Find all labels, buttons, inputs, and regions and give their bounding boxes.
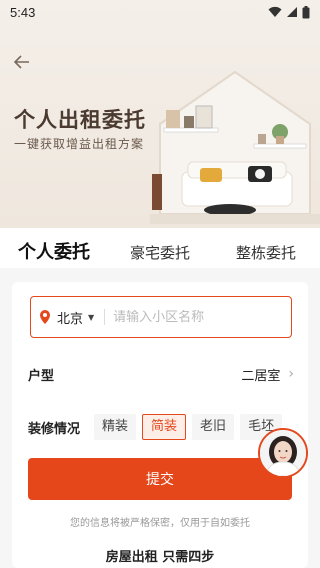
status-bar: 5:43: [0, 0, 320, 24]
banner-subtitle: 一键获取增益出租方案: [14, 137, 145, 151]
privacy-notice: 您的信息将被严格保密，仅用于自如委托: [70, 518, 250, 529]
wifi-icon: [268, 6, 282, 17]
room-illustration: [150, 70, 320, 224]
room-type-label: 户型: [28, 368, 55, 384]
room-type-row[interactable]: 户型 二居室 ›: [28, 362, 294, 386]
agent-avatar-icon: [260, 430, 306, 476]
submit-button[interactable]: 提交: [28, 458, 292, 500]
divider: [104, 309, 106, 325]
decoration-options: 精装 简装 老旧 毛坯: [94, 414, 283, 440]
community-search-input[interactable]: [113, 309, 264, 325]
decoration-option-old[interactable]: 老旧: [192, 414, 235, 440]
city-selector[interactable]: 北京: [57, 308, 83, 327]
banner-title: 个人出租委托: [14, 108, 146, 132]
caret-down-icon[interactable]: ▼: [88, 313, 94, 322]
steps-title: 房屋出租 只需四步: [105, 550, 215, 565]
form-card: 北京 ▼ 户型 二居室 › 装修情况 精装 简装 老旧 毛坯 提交 您的信息将被…: [12, 282, 308, 568]
status-time: 5:43: [10, 4, 36, 20]
back-arrow-icon[interactable]: [12, 52, 32, 72]
signal-icon: [287, 7, 297, 17]
tab-personal[interactable]: 个人委托: [18, 238, 90, 264]
status-icons: [268, 5, 310, 19]
tab-luxury[interactable]: 豪宅委托: [130, 242, 190, 263]
decoration-option-simple[interactable]: 简装: [142, 414, 187, 440]
tab-whole-building[interactable]: 整栋委托: [236, 242, 296, 263]
customer-service-avatar[interactable]: [258, 428, 308, 478]
tab-bar: 个人委托 豪宅委托 整栋委托: [0, 232, 320, 268]
decoration-label: 装修情况: [28, 421, 81, 437]
community-search-box: 北京 ▼: [30, 296, 292, 338]
banner: 个人出租委托 一键获取增益出租方案: [0, 0, 320, 228]
battery-icon: [302, 5, 310, 18]
decoration-option-fine[interactable]: 精装: [94, 414, 137, 440]
room-type-value[interactable]: 二居室: [241, 365, 280, 384]
location-pin-icon: [40, 310, 50, 324]
chevron-right-icon[interactable]: ›: [288, 366, 294, 382]
